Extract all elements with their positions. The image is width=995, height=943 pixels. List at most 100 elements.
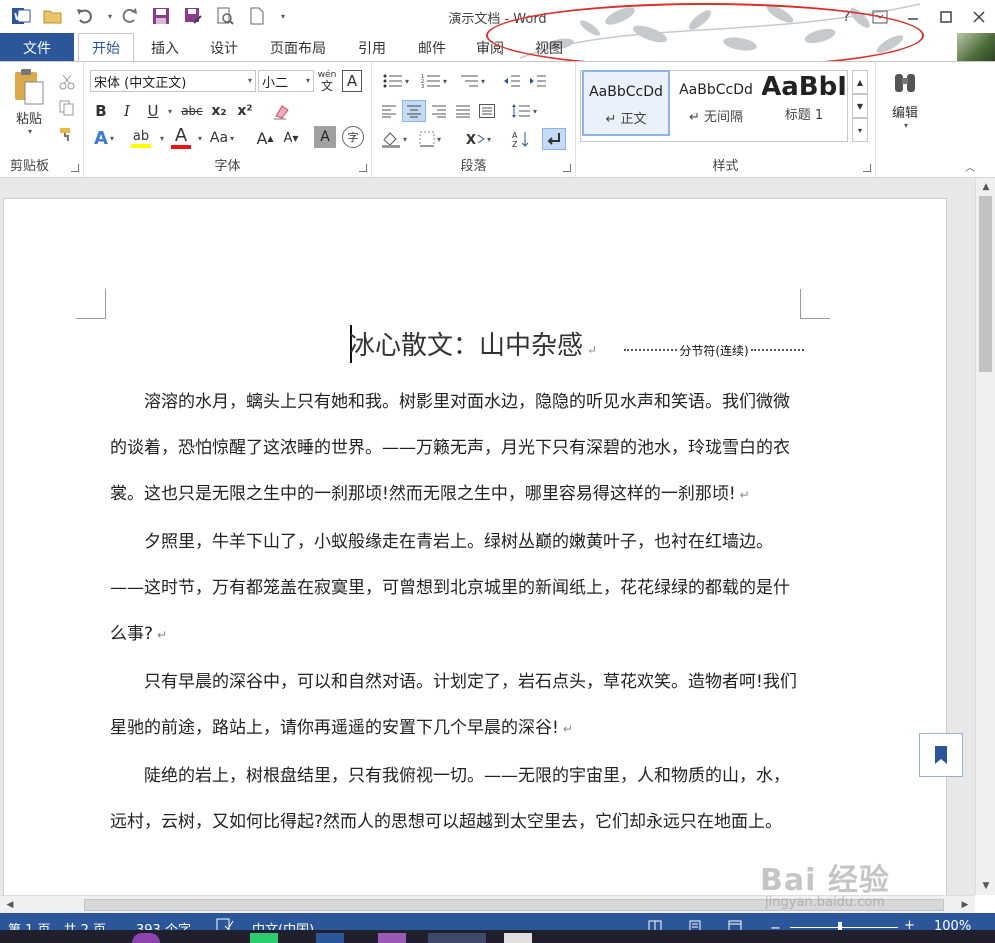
- quick-access-toolbar: W ▾ ▾: [8, 5, 294, 27]
- shrink-font-button[interactable]: A ▼: [280, 126, 302, 150]
- align-left-icon[interactable]: [378, 100, 400, 122]
- numbering-button[interactable]: 1 2 3 ▾: [416, 70, 452, 92]
- character-border-button[interactable]: A: [342, 70, 362, 92]
- font-launcher-icon[interactable]: [359, 164, 367, 172]
- taskbar-app-icon[interactable]: [316, 933, 344, 943]
- styles-scroll-down-icon[interactable]: ▼: [852, 94, 868, 118]
- font-name-combo[interactable]: 宋体 (中文正文) ▾: [90, 70, 256, 92]
- bookmark-button[interactable]: [919, 733, 963, 777]
- format-painter-icon[interactable]: [56, 124, 78, 144]
- document-page[interactable]: 冰心散文：山中杂感 ↵ 分节符(连续) 溶溶的水月，螭头上只有她和我。树影里对面水…: [3, 198, 947, 898]
- document-heading[interactable]: 冰心散文：山中杂感 ↵: [349, 325, 597, 362]
- word-logo-icon[interactable]: W: [8, 5, 34, 27]
- bold-button[interactable]: B: [90, 100, 112, 122]
- style-normal[interactable]: AaBbCcDd ↵ 正文: [582, 70, 670, 136]
- subscript-button[interactable]: x₂: [208, 100, 230, 122]
- tab-references[interactable]: 引用: [346, 33, 398, 62]
- customize-qat-icon[interactable]: ▾: [276, 5, 288, 27]
- multilevel-list-button[interactable]: ▾: [454, 70, 490, 92]
- italic-button[interactable]: I: [116, 100, 138, 122]
- save-icon[interactable]: [148, 5, 174, 27]
- close-icon[interactable]: [962, 0, 995, 33]
- shading-button[interactable]: ▾: [378, 128, 410, 150]
- font-color-dropdown-icon[interactable]: ▾: [194, 126, 204, 150]
- scroll-right-icon[interactable]: ▶: [955, 896, 975, 914]
- baidu-watermark-url: jingyan.baidu.com: [765, 895, 885, 910]
- tab-file[interactable]: 文件: [0, 33, 74, 62]
- style-no-spacing[interactable]: AaBbCcDd ↵ 无间隔: [672, 70, 760, 136]
- justify-icon[interactable]: [452, 100, 474, 122]
- sort-icon[interactable]: AZ: [510, 128, 532, 150]
- cut-icon[interactable]: [56, 72, 78, 92]
- print-preview-icon[interactable]: [212, 5, 238, 27]
- open-folder-icon[interactable]: [40, 5, 66, 27]
- clipboard-launcher-icon[interactable]: [71, 164, 79, 172]
- vertical-scrollbar[interactable]: ▲ ▼: [975, 178, 995, 895]
- strikethrough-button[interactable]: abc: [178, 100, 206, 122]
- copy-icon[interactable]: [56, 98, 78, 118]
- highlight-color-button[interactable]: ab: [126, 126, 156, 150]
- underline-button[interactable]: U: [142, 100, 164, 122]
- taskbar-app-icon[interactable]: [378, 933, 406, 943]
- redo-icon[interactable]: [116, 5, 142, 27]
- line-spacing-button[interactable]: ▾: [506, 100, 542, 122]
- tab-insert[interactable]: 插入: [140, 33, 190, 62]
- superscript-button[interactable]: x²: [234, 100, 256, 122]
- enclose-characters-button[interactable]: 字: [342, 126, 364, 148]
- paragraph-mark-icon: ↵: [739, 488, 750, 502]
- undo-dropdown-icon[interactable]: ▾: [104, 5, 114, 27]
- taskbar-word-active-icon[interactable]: [428, 933, 486, 943]
- tab-design[interactable]: 设计: [198, 33, 250, 62]
- save-as-icon[interactable]: [180, 5, 206, 27]
- text-effects-button[interactable]: A ▾: [90, 126, 118, 150]
- editing-button[interactable]: 编辑 ▾: [882, 70, 928, 146]
- font-color-button[interactable]: A: [168, 126, 194, 150]
- document-paragraph[interactable]: 夕照里，牛羊下山了，小蚁般缘走在青岩上。绿树丛巅的嫩黄叶子，也衬在红墙边。——这…: [110, 519, 804, 658]
- zoom-slider-track[interactable]: [790, 927, 898, 928]
- show-hide-marks-icon[interactable]: [542, 128, 566, 150]
- underline-dropdown-icon[interactable]: ▾: [164, 100, 174, 122]
- taskbar-app-icon[interactable]: [250, 933, 278, 943]
- document-paragraph[interactable]: 溶溶的水月，螭头上只有她和我。树影里对面水边，隐隐的听见水声和笑语。我们微微的谈…: [110, 379, 804, 518]
- chinese-layout-icon: X: [466, 133, 485, 147]
- vertical-scroll-thumb[interactable]: [979, 196, 992, 372]
- taskbar-app-icon[interactable]: [504, 933, 532, 943]
- styles-launcher-icon[interactable]: [863, 164, 871, 172]
- tab-page-layout[interactable]: 页面布局: [260, 33, 336, 62]
- highlight-dropdown-icon[interactable]: ▾: [156, 126, 166, 150]
- styles-scroll-up-icon[interactable]: ▲: [852, 70, 868, 94]
- style-heading-1[interactable]: AaBbI 标题 1: [762, 70, 846, 136]
- document-paragraph[interactable]: 只有早晨的深谷中，可以和自然对语。计划定了，岩石点头，草花欢笑。造物者呵!我们星…: [110, 659, 804, 752]
- collapse-ribbon-icon[interactable]: ︿: [960, 158, 980, 174]
- align-right-icon[interactable]: [428, 100, 450, 122]
- document-paragraph[interactable]: 陡绝的岩上，树根盘结里，只有我俯视一切。——无限的宇宙里，人和物质的山，水，远村…: [110, 753, 804, 845]
- align-center-icon[interactable]: [402, 100, 426, 122]
- chinese-layout-button[interactable]: X ▾: [460, 128, 496, 150]
- change-case-button[interactable]: Aa ▾: [206, 126, 238, 150]
- new-document-icon[interactable]: [244, 5, 270, 27]
- phonetic-guide-button[interactable]: wén 文: [316, 68, 338, 94]
- distributed-icon[interactable]: [476, 100, 498, 122]
- paste-button[interactable]: 粘贴 ▾: [6, 68, 52, 144]
- increase-indent-icon[interactable]: [526, 70, 550, 92]
- borders-button[interactable]: ▾: [414, 128, 446, 150]
- taskbar-app-icon[interactable]: [132, 933, 160, 943]
- scroll-up-icon[interactable]: ▲: [976, 178, 995, 196]
- group-label-paragraph: 段落: [460, 159, 487, 174]
- tab-home[interactable]: 开始: [78, 33, 134, 62]
- scroll-left-icon[interactable]: ◀: [0, 896, 20, 914]
- maximize-icon[interactable]: [929, 0, 962, 33]
- section-break-marker[interactable]: 分节符(连续): [624, 343, 804, 358]
- character-shading-button[interactable]: A: [314, 126, 336, 148]
- undo-icon[interactable]: [72, 5, 98, 27]
- decrease-indent-icon[interactable]: [500, 70, 524, 92]
- tab-mailings[interactable]: 邮件: [406, 33, 458, 62]
- clear-formatting-icon[interactable]: [270, 100, 292, 122]
- paragraph-launcher-icon[interactable]: [563, 164, 571, 172]
- bullets-button[interactable]: ▾: [378, 70, 414, 92]
- font-size-combo[interactable]: 小二 ▾: [258, 70, 314, 92]
- scroll-down-icon[interactable]: ▼: [976, 877, 995, 895]
- styles-more-icon[interactable]: ▾: [852, 118, 868, 142]
- avatar[interactable]: [957, 33, 995, 62]
- grow-font-button[interactable]: A ▲: [254, 126, 276, 150]
